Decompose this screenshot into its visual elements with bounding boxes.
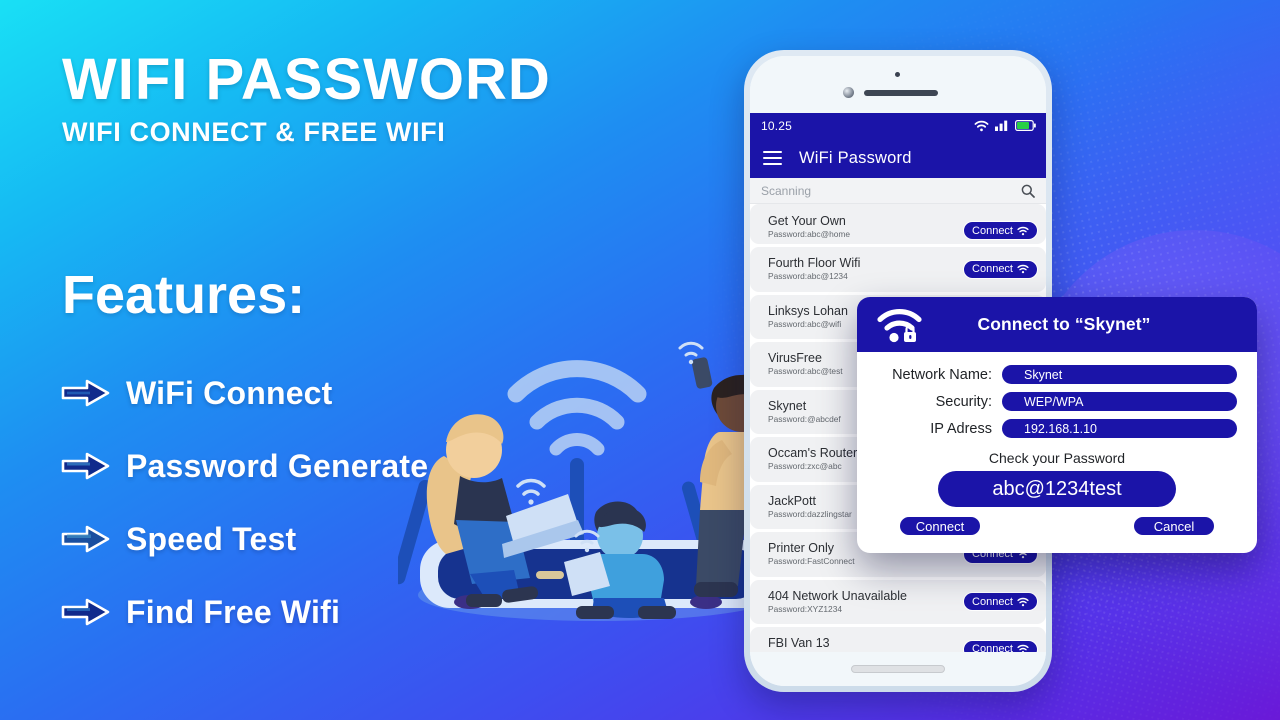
network-info: 404 Network Unavailable Password:XYZ1234 <box>768 589 907 615</box>
search-icon[interactable] <box>1021 184 1035 198</box>
table-row[interactable]: 404 Network Unavailable Password:XYZ1234… <box>750 579 1046 624</box>
network-name: 404 Network Unavailable <box>768 588 907 603</box>
network-password: Password:abc@home <box>768 229 851 240</box>
status-clock: 10.25 <box>761 118 793 133</box>
network-info: JackPott Password:dazzlingstar <box>768 494 852 520</box>
network-name: FBI Van 13 <box>768 636 830 651</box>
network-name: Linksys Lohan <box>768 303 848 318</box>
network-name: Fourth Floor Wifi <box>768 256 861 271</box>
phone-bottom-bezel <box>750 652 1046 686</box>
network-name: Occam's Router <box>768 446 858 461</box>
phone-top-bezel <box>750 56 1046 113</box>
connect-button[interactable]: Connect <box>963 221 1038 240</box>
dialog-actions: Connect Cancel <box>877 507 1237 536</box>
front-camera-icon <box>895 72 900 77</box>
network-info: Fourth Floor Wifi Password:abc@1234 <box>768 256 860 282</box>
arrow-right-icon <box>61 525 110 553</box>
network-password: Password:XYZ1234 <box>768 603 843 614</box>
home-indicator[interactable] <box>851 665 945 673</box>
network-info: Get Your Own Password:abc@home <box>768 214 850 240</box>
connect-button[interactable]: Connect <box>963 639 1038 652</box>
network-password: Password:@abcdef <box>768 413 841 424</box>
field-value[interactable]: 192.168.1.10 <box>1002 419 1237 438</box>
network-name: Skynet <box>768 398 807 413</box>
network-info: FBI Van 13 Password:03345465 <box>768 636 844 652</box>
wifi-lock-icon <box>877 308 922 342</box>
features-heading: Features: <box>62 265 306 325</box>
wifi-icon <box>974 120 989 131</box>
connect-label: Connect <box>972 263 1013 276</box>
connect-button[interactable]: Connect <box>963 592 1038 612</box>
network-name: VirusFree <box>768 351 822 366</box>
network-info: Occam's Router Password:zxc@abc <box>768 446 857 472</box>
wifi-icon <box>1017 645 1029 652</box>
network-name: JackPott <box>768 493 816 508</box>
status-icon-group <box>974 120 1036 132</box>
password-value[interactable]: abc@1234test <box>938 471 1176 507</box>
network-info: Printer Only Password:FastConnect <box>768 541 855 567</box>
field-label: Security: <box>935 393 992 410</box>
dialog-body: Network Name: Skynet Security: WEP/WPA I… <box>857 352 1257 536</box>
dialog-header: Connect to “Skynet” <box>857 297 1257 352</box>
connect-button[interactable]: Connect <box>963 259 1038 279</box>
network-password: Password:zxc@abc <box>768 461 842 472</box>
wifi-people-illustration <box>398 341 798 621</box>
check-password-label: Check your Password <box>988 450 1126 466</box>
network-password: Password:03345465 <box>768 651 844 652</box>
wifi-icon <box>1017 265 1029 274</box>
status-bar: 10.25 <box>750 113 1046 138</box>
field-security: Security: WEP/WPA <box>877 388 1237 415</box>
hero-copy: WIFI PASSWORD WIFI CONNECT & FREE WIFI <box>62 47 682 148</box>
arrow-right-icon <box>61 452 110 480</box>
feature-label: Password Generate <box>126 447 429 484</box>
wifi-waves-icon <box>507 360 647 456</box>
feature-label: Speed Test <box>126 520 297 557</box>
earpiece-speaker <box>864 90 938 96</box>
network-password: Password:abc@1234 <box>768 271 848 282</box>
proximity-sensor-icon <box>843 87 854 98</box>
network-info: Linksys Lohan Password:abc@wifi <box>768 304 848 330</box>
battery-icon <box>1015 120 1036 131</box>
feature-label: WiFi Connect <box>126 374 333 411</box>
network-name: Printer Only <box>768 541 834 556</box>
network-info: Skynet Password:@abcdef <box>768 399 841 425</box>
field-network-name: Network Name: Skynet <box>877 361 1237 388</box>
connect-label: Connect <box>972 224 1013 237</box>
network-info: VirusFree Password:abc@test <box>768 351 843 377</box>
network-password: Password:abc@test <box>768 366 843 377</box>
network-password: Password:dazzlingstar <box>768 508 852 519</box>
dialog-cancel-button[interactable]: Cancel <box>1133 516 1215 536</box>
wifi-icon <box>1017 226 1029 235</box>
field-ip-address: IP Adress 192.168.1.10 <box>877 415 1237 442</box>
wifi-icon <box>1017 597 1029 606</box>
dialog-connect-button[interactable]: Connect <box>899 516 981 536</box>
dialog-title: Connect to “Skynet” <box>977 314 1151 334</box>
table-row[interactable]: Get Your Own Password:abc@home Connect <box>750 204 1046 244</box>
connect-label: Connect <box>972 595 1013 608</box>
wifi-signal-icon <box>516 478 546 505</box>
page-title: WIFI PASSWORD <box>62 47 551 112</box>
network-name: Get Your Own <box>768 214 846 229</box>
app-bar: WiFi Password <box>750 138 1046 178</box>
table-row[interactable]: FBI Van 13 Password:03345465 Connect <box>750 627 1046 652</box>
arrow-right-icon <box>61 598 110 626</box>
connect-dialog: Connect to “Skynet” Network Name: Skynet… <box>857 297 1257 553</box>
field-value[interactable]: Skynet <box>1002 365 1237 384</box>
signal-bars-icon <box>995 120 1008 131</box>
page-subtitle: WIFI CONNECT & FREE WIFI <box>62 116 446 147</box>
arrow-right-icon <box>61 379 110 407</box>
connect-label: Connect <box>972 643 1013 652</box>
search-bar[interactable]: Scanning <box>750 178 1046 204</box>
field-value[interactable]: WEP/WPA <box>1002 392 1237 411</box>
search-input[interactable]: Scanning <box>761 184 811 198</box>
app-title: WiFi Password <box>799 148 912 167</box>
network-password: Password:FastConnect <box>768 556 855 567</box>
feature-label: Find Free Wifi <box>126 593 341 630</box>
hamburger-icon[interactable] <box>763 150 782 166</box>
field-label: IP Adress <box>930 420 992 437</box>
field-label: Network Name: <box>892 366 992 383</box>
table-row[interactable]: Fourth Floor Wifi Password:abc@1234 Conn… <box>750 247 1046 292</box>
network-password: Password:abc@wifi <box>768 318 842 329</box>
